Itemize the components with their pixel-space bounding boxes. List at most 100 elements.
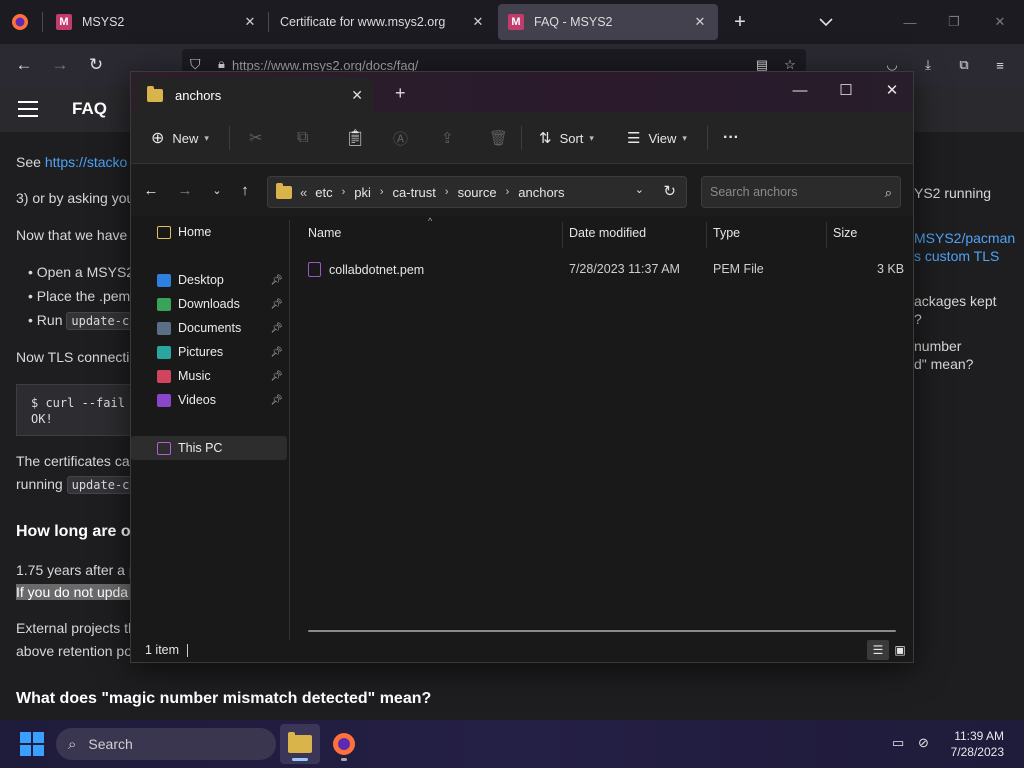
chevron-right-icon: › <box>444 186 449 198</box>
sidebar-item-music[interactable]: Music 📌︎ <box>131 364 287 388</box>
minimize-icon[interactable]: — <box>900 12 920 32</box>
pin-icon[interactable]: 📌︎ <box>270 275 283 286</box>
forward-icon[interactable]: → <box>175 180 195 200</box>
stackoverflow-link[interactable]: https://stacko <box>45 154 127 170</box>
new-tab-icon[interactable]: + <box>395 84 406 102</box>
sort-button-label: Sort <box>559 130 584 146</box>
breadcrumb-overflow[interactable]: « <box>300 185 307 200</box>
maximize-icon[interactable]: ☐ <box>823 76 869 104</box>
view-button[interactable]: ☰ View ▾ <box>627 124 687 152</box>
file-explorer-taskbar-icon[interactable] <box>280 724 320 764</box>
volume-muted-icon[interactable]: ⊘ <box>918 735 929 751</box>
sort-button[interactable]: ⇅ Sort ▾ <box>539 124 594 152</box>
tab-title: Certificate for www.msys2.org <box>280 15 446 29</box>
explorer-command-bar: ⊕ New ▾ ✂ ⧉ 📋︎ Ⓐ ⇪ 🗑︎ ⇅ Sort ▾ ☰ View ▾ … <box>131 112 913 164</box>
close-tab-icon[interactable]: ✕ <box>692 14 708 30</box>
toc-link[interactable]: MSYS2/pacman <box>914 230 1015 246</box>
paste-icon[interactable]: 📋︎ <box>345 124 365 152</box>
column-header-date-modified[interactable]: Date modified <box>569 226 646 240</box>
paragraph-text: Now that we have <box>16 227 128 243</box>
windows-start-icon[interactable] <box>20 732 44 756</box>
status-bar: 1 item ☰ ▣ <box>131 640 913 662</box>
close-tab-icon[interactable]: ✕ <box>470 14 486 30</box>
lock-icon[interactable]: 🔒︎ <box>218 56 225 72</box>
back-icon[interactable]: ← <box>14 55 34 75</box>
new-tab-icon[interactable]: + <box>730 11 750 33</box>
close-tab-icon[interactable]: ✕ <box>351 87 363 104</box>
sidebar-item-this-pc[interactable]: This PC <box>131 436 287 460</box>
breadcrumb-item[interactable]: pki <box>354 185 371 200</box>
close-tab-icon[interactable]: ✕ <box>242 14 258 30</box>
restore-icon[interactable]: ❐ <box>944 12 964 32</box>
breadcrumb-item[interactable]: ca-trust <box>393 185 436 200</box>
minimize-icon[interactable]: — <box>777 76 823 104</box>
sidebar-item-desktop[interactable]: Desktop 📌︎ <box>131 268 287 292</box>
pane-divider[interactable] <box>289 220 290 640</box>
explorer-tab-anchors[interactable]: anchors ✕ <box>137 78 373 112</box>
refresh-icon[interactable]: ↻ <box>663 182 676 200</box>
firefox-menu-icon[interactable] <box>10 12 30 32</box>
section-heading-retention: How long are ol <box>16 523 136 540</box>
forward-icon[interactable]: → <box>50 55 70 75</box>
search-input[interactable]: Search anchors ⌕ <box>701 176 901 208</box>
sidebar-item-documents[interactable]: Documents 📌︎ <box>131 316 287 340</box>
toc-text: ackages kept <box>914 293 997 309</box>
site-menu-icon[interactable] <box>18 101 38 117</box>
file-name-cell[interactable]: collabdotnet.pem <box>308 262 424 277</box>
running-text: running <box>16 476 67 492</box>
pin-icon[interactable]: 📌︎ <box>270 395 283 406</box>
copy-icon[interactable]: ⧉ <box>297 124 308 152</box>
sidebar-item-home[interactable]: Home <box>131 220 287 244</box>
close-window-icon[interactable]: ✕ <box>990 12 1010 32</box>
downloads-icon[interactable]: ⤓ <box>918 55 938 75</box>
hamburger-menu-icon[interactable]: ≡ <box>990 55 1010 75</box>
pin-icon[interactable]: 📌︎ <box>270 371 283 382</box>
more-options-button[interactable]: ··· <box>723 124 739 152</box>
taskbar-search[interactable]: ⌕ Search <box>56 728 276 760</box>
column-header-size[interactable]: Size <box>833 226 857 240</box>
browser-tab-certificate[interactable]: Certificate for www.msys2.org ✕ <box>270 4 496 40</box>
pin-icon[interactable]: 📌︎ <box>270 323 283 334</box>
firefox-taskbar-icon[interactable] <box>324 724 364 764</box>
new-button[interactable]: ⊕ New ▾ <box>151 124 209 152</box>
pin-icon[interactable]: 📌︎ <box>270 299 283 310</box>
recent-locations-icon[interactable]: ⌄ <box>207 180 227 200</box>
sidebar-item-downloads[interactable]: Downloads 📌︎ <box>131 292 287 316</box>
close-window-icon[interactable]: ✕ <box>869 76 915 104</box>
share-icon[interactable]: ⇪ <box>441 124 454 152</box>
toc-link[interactable]: s custom TLS <box>914 248 999 264</box>
back-icon[interactable]: ← <box>141 180 161 200</box>
up-icon[interactable]: ↑ <box>235 180 255 200</box>
large-icons-view-icon[interactable]: ▣ <box>889 640 911 660</box>
sidebar-item-videos[interactable]: Videos 📌︎ <box>131 388 287 412</box>
breadcrumb-item[interactable]: anchors <box>518 185 564 200</box>
horizontal-scrollbar[interactable] <box>308 630 896 632</box>
downloads-icon <box>157 297 171 311</box>
reload-icon[interactable]: ↻ <box>86 55 106 75</box>
cut-icon[interactable]: ✂ <box>249 124 262 152</box>
column-header-name[interactable]: Name <box>308 226 341 240</box>
list-all-tabs-icon[interactable] <box>816 12 836 32</box>
paragraph-text: 3) or by asking you <box>16 190 135 206</box>
network-icon[interactable]: ▭ <box>892 735 904 751</box>
explorer-title-bar[interactable]: anchors ✕ + — ☐ ✕ <box>131 72 913 112</box>
rename-icon[interactable]: Ⓐ <box>393 124 408 152</box>
browser-tab-msys2[interactable]: M MSYS2 ✕ <box>46 4 268 40</box>
breadcrumb[interactable]: « etc › pki › ca-trust › source › anchor… <box>267 176 687 208</box>
column-header-type[interactable]: Type <box>713 226 740 240</box>
browser-tab-faq[interactable]: M FAQ - MSYS2 ✕ <box>498 4 718 40</box>
breadcrumb-item[interactable]: source <box>458 185 497 200</box>
tab-title: FAQ - MSYS2 <box>534 15 613 29</box>
search-placeholder: Search anchors <box>710 185 798 199</box>
delete-icon[interactable]: 🗑︎ <box>489 124 508 152</box>
breadcrumb-item[interactable]: etc <box>315 185 332 200</box>
section-heading-magic-number: What does "magic number mismatch detecte… <box>16 690 432 707</box>
chevron-down-icon: ▾ <box>682 132 687 143</box>
address-dropdown-icon[interactable]: ⌄ <box>635 183 644 196</box>
pin-icon[interactable]: 📌︎ <box>270 347 283 358</box>
list-item: • Place the .pem <box>28 288 131 304</box>
system-clock[interactable]: 11:39 AM 7/28/2023 <box>951 728 1004 760</box>
extensions-icon[interactable]: ⧉ <box>954 55 974 75</box>
sidebar-item-pictures[interactable]: Pictures 📌︎ <box>131 340 287 364</box>
details-view-icon[interactable]: ☰ <box>867 640 889 660</box>
